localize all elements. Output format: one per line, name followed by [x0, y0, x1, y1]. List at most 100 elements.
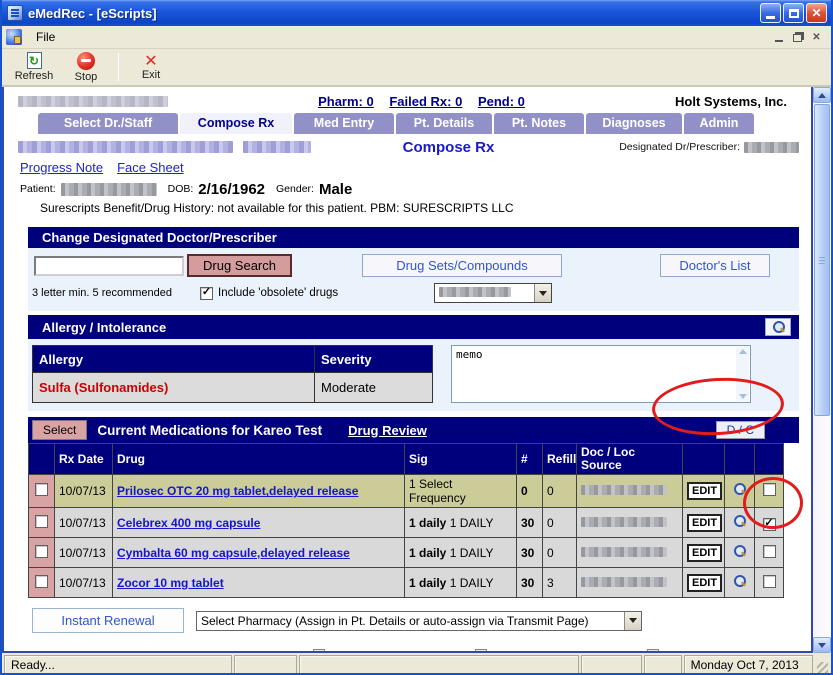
chevron-down-icon: [539, 291, 547, 296]
scrollbar-track[interactable]: [813, 417, 831, 637]
edit-button[interactable]: EDIT: [687, 574, 722, 592]
edit-button[interactable]: EDIT: [687, 482, 722, 500]
dc-button[interactable]: D / C: [716, 421, 765, 439]
refresh-label: Refresh: [15, 70, 54, 82]
qty-cell: 30: [517, 568, 543, 598]
pharmacy-select-value: Select Pharmacy (Assign in Pt. Details o…: [197, 614, 624, 628]
clipped-checkbox[interactable]: [475, 649, 487, 653]
tab-med-entry[interactable]: Med Entry: [294, 113, 394, 134]
drug-search-input[interactable]: [34, 256, 184, 276]
dc-checkbox[interactable]: [763, 575, 776, 588]
magnifier-icon[interactable]: [733, 545, 746, 558]
child-window-icon[interactable]: [6, 29, 22, 45]
allergy-header-bar: Allergy / Intolerance: [28, 315, 799, 339]
tab-diagnoses[interactable]: Diagnoses: [586, 113, 682, 134]
drug-link[interactable]: Cymbalta 60 mg capsule,delayed release: [117, 546, 350, 560]
edit-button[interactable]: EDIT: [687, 544, 722, 562]
refill-cell: 3: [543, 568, 577, 598]
exit-button[interactable]: ✕ Exit: [125, 49, 177, 85]
magnifier-icon[interactable]: [733, 515, 746, 528]
memo-scrollbar[interactable]: [736, 347, 749, 401]
instant-renewal-button[interactable]: Instant Renewal: [32, 608, 184, 633]
failed-rx-link[interactable]: Failed Rx: 0: [389, 94, 462, 109]
prescriber-combo[interactable]: [434, 283, 552, 303]
maximize-button[interactable]: [783, 3, 804, 23]
edit-button[interactable]: EDIT: [687, 514, 722, 532]
row-select-checkbox[interactable]: [35, 545, 48, 558]
pend-link[interactable]: Pend: 0: [478, 94, 525, 109]
allergy-body: Allergy Severity Sulfa (Sulfonamides) Mo…: [28, 339, 799, 411]
magnifier-icon: [772, 321, 785, 334]
redacted-location-link[interactable]: [243, 141, 311, 153]
medications-header-row: Rx Date Drug Sig # Refill Doc / Loc Sour…: [29, 444, 784, 475]
row-select-checkbox[interactable]: [35, 483, 48, 496]
mag-cell: [725, 538, 755, 568]
progress-note-link[interactable]: Progress Note: [20, 160, 103, 175]
mag-col-header: [725, 444, 755, 475]
edit-cell: EDIT: [683, 538, 725, 568]
scrollbar-down-button[interactable]: [813, 637, 831, 653]
select-button[interactable]: Select: [32, 420, 87, 440]
drug-link[interactable]: Prilosec OTC 20 mg tablet,delayed releas…: [117, 484, 358, 498]
minimize-button[interactable]: [760, 3, 781, 23]
dc-checkbox[interactable]: [763, 545, 776, 558]
refresh-button[interactable]: ↻ Refresh: [8, 49, 60, 85]
stop-button[interactable]: Stop: [60, 49, 112, 85]
close-button[interactable]: ✕: [806, 3, 827, 23]
sig-cell: 1 daily 1 DAILY: [405, 568, 517, 598]
prescriber-combo-arrow[interactable]: [534, 284, 551, 302]
tab-compose-rx[interactable]: Compose Rx: [180, 113, 292, 134]
dc-checkbox[interactable]: [763, 483, 776, 496]
scrollbar-thumb[interactable]: [814, 104, 830, 416]
allergy-name: Sulfa (Sulfonamides): [33, 373, 315, 403]
scroll-down-icon: [739, 394, 747, 399]
redacted-practice-link[interactable]: [18, 141, 233, 153]
child-minimize-button[interactable]: [770, 30, 787, 45]
edit-cell: EDIT: [683, 475, 725, 508]
obsolete-checkbox[interactable]: [200, 287, 213, 300]
rx-date-cell: 10/07/13: [55, 568, 113, 598]
scroll-down-icon: [818, 643, 826, 648]
row-select-checkbox[interactable]: [35, 515, 48, 528]
drug-link[interactable]: Zocor 10 mg tablet: [117, 576, 224, 590]
source-col-header: Doc / Loc Source: [577, 444, 683, 475]
drug-link[interactable]: Celebrex 400 mg capsule: [117, 516, 260, 530]
tab-select-dr-staff[interactable]: Select Dr./Staff: [38, 113, 178, 134]
memo-textarea[interactable]: memo: [451, 345, 751, 403]
medications-rows: 10/07/13 Prilosec OTC 20 mg tablet,delay…: [29, 475, 784, 598]
vertical-scrollbar[interactable]: [813, 87, 831, 653]
child-close-button[interactable]: ✕: [808, 30, 825, 45]
doctors-list-button[interactable]: Doctor's List: [660, 254, 770, 277]
source-cell: [577, 508, 683, 538]
exit-label: Exit: [142, 69, 160, 81]
row-select-checkbox[interactable]: [35, 575, 48, 588]
clipped-checkbox[interactable]: [313, 649, 325, 653]
sig-cell: 1 Select Frequency: [405, 475, 517, 508]
magnifier-icon[interactable]: [733, 575, 746, 588]
drug-search-button[interactable]: Drug Search: [187, 254, 292, 277]
pharm-link[interactable]: Pharm: 0: [318, 94, 374, 109]
dc-checkbox[interactable]: [763, 518, 776, 531]
mag-cell: [725, 568, 755, 598]
tab-admin[interactable]: Admin: [684, 113, 754, 134]
medications-table: Rx Date Drug Sig # Refill Doc / Loc Sour…: [28, 443, 784, 598]
pharmacy-select-arrow[interactable]: [624, 612, 641, 630]
drug-sets-button[interactable]: Drug Sets/Compounds: [362, 254, 562, 277]
clipped-checkbox[interactable]: [647, 649, 659, 653]
face-sheet-link[interactable]: Face Sheet: [117, 160, 184, 175]
drug-search-row1: Drug Search Drug Sets/Compounds Doctor's…: [28, 248, 799, 279]
scrollbar-up-button[interactable]: [813, 87, 831, 103]
pharmacy-select[interactable]: Select Pharmacy (Assign in Pt. Details o…: [196, 611, 642, 631]
resize-grip[interactable]: [815, 655, 829, 674]
drug-review-link[interactable]: Drug Review: [348, 423, 427, 438]
dob-label: DOB:: [168, 183, 194, 195]
allergy-row[interactable]: Sulfa (Sulfonamides) Moderate: [33, 373, 433, 403]
allergy-search-button[interactable]: [765, 318, 791, 336]
tab-pt-notes[interactable]: Pt. Notes: [494, 113, 584, 134]
rx-date-col-header: Rx Date: [55, 444, 113, 475]
child-restore-button[interactable]: [789, 30, 806, 45]
tab-pt-details[interactable]: Pt. Details: [396, 113, 492, 134]
severity-col-header: Severity: [315, 346, 433, 373]
magnifier-icon[interactable]: [733, 483, 746, 496]
menu-file[interactable]: File: [29, 28, 62, 46]
